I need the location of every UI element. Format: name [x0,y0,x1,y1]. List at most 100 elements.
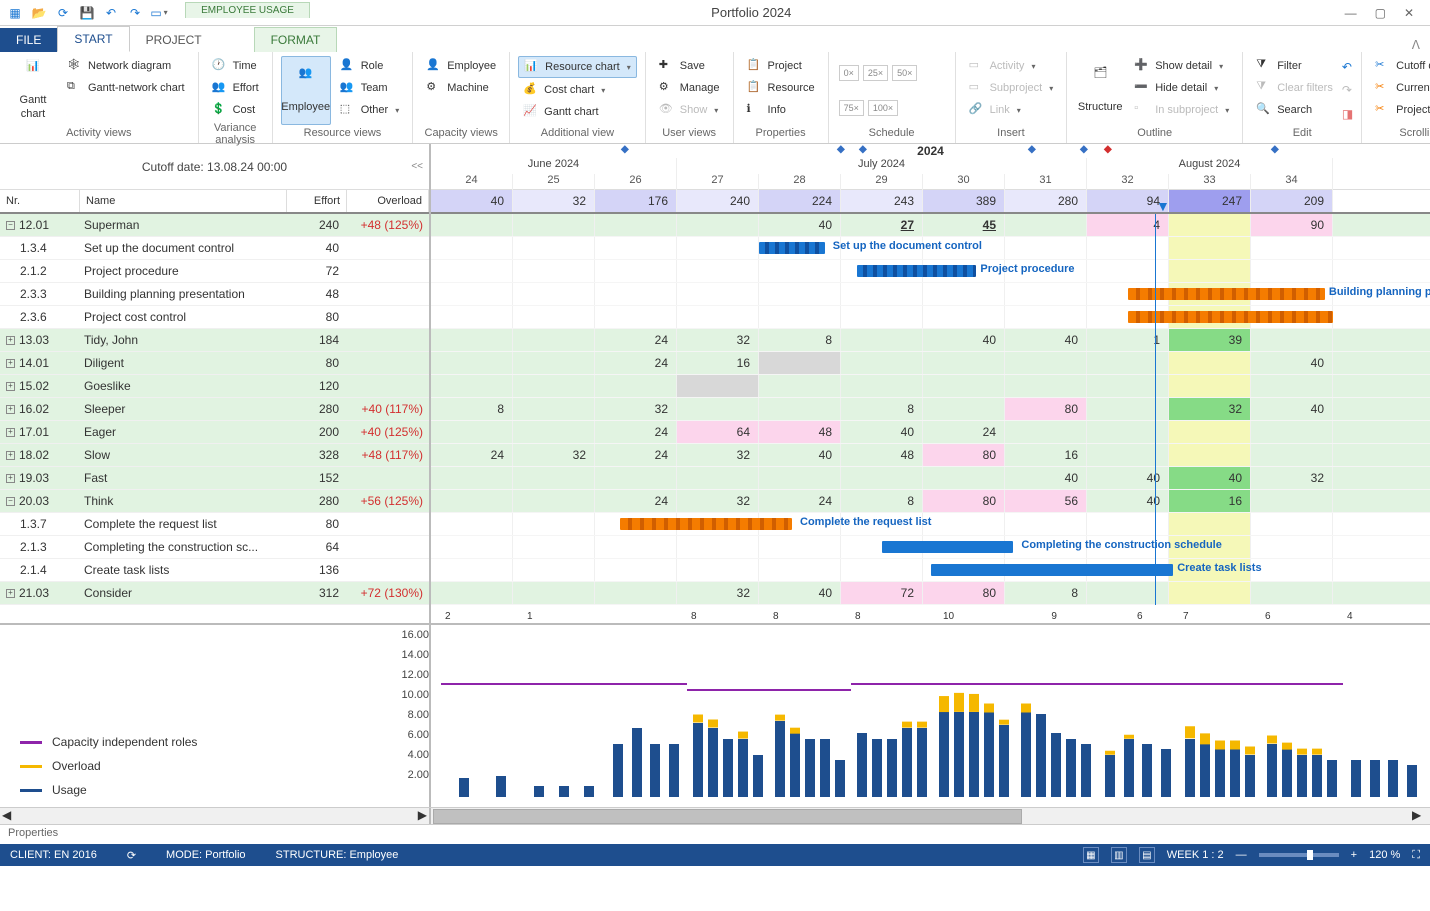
h-scrollbar[interactable] [431,808,1412,824]
gantt-bar[interactable] [882,541,1013,553]
open-icon[interactable]: 📂 [30,4,48,22]
gantt-row[interactable]: 2464484024 [431,421,1430,444]
scroll-right-arrow[interactable]: ▶ [418,808,427,824]
network-diagram-button[interactable]: 🕸Network diagram [62,56,190,76]
table-row[interactable]: +14.01Diligent80 [0,352,429,375]
table-row[interactable]: −12.01Superman240+48 (125%) [0,214,429,237]
undo-small-icon[interactable]: ↶ [1342,60,1353,74]
redo-small-icon[interactable]: ↷ [1342,83,1353,97]
table-row[interactable]: 2.1.3Completing the construction sc...64 [0,536,429,559]
cost-chart-button[interactable]: 💰Cost chart▾ [518,80,637,100]
table-row[interactable]: +15.02Goeslike120 [0,375,429,398]
gantt-row[interactable]: Create task lists [431,559,1430,582]
gantt-row[interactable]: Completing the construction schedule [431,536,1430,559]
refresh-icon[interactable]: ⟳ [54,4,72,22]
maximize-button[interactable]: ▢ [1375,6,1386,20]
gantt-row[interactable]: 2432243240488016 [431,444,1430,467]
employee-button[interactable]: 👥Employee [281,56,331,125]
zoom-in-button[interactable]: + [1351,849,1357,861]
tab-format[interactable]: FORMAT [254,27,338,52]
save-icon[interactable]: 💾 [78,4,96,22]
gantt-row[interactable]: Set up the document control [431,237,1430,260]
col-name[interactable]: Name [80,190,287,212]
gantt-chart-button[interactable]: 📊Gantt chart [8,56,58,125]
status-view3-icon[interactable]: ▤ [1139,847,1155,863]
structure-button[interactable]: 🗂Structure [1075,56,1125,125]
expand-icon[interactable]: + [6,382,15,391]
expand-icon[interactable]: + [6,336,15,345]
zoom-slider[interactable] [1259,853,1339,857]
capacity-employee-button[interactable]: 👤Employee [421,56,501,76]
tab-start[interactable]: START [57,26,129,52]
in-subproject-button[interactable]: ▫In subproject▾ [1129,100,1234,120]
table-row[interactable]: +16.02Sleeper280+40 (117%) [0,398,429,421]
table-row[interactable]: +18.02Slow328+48 (117%) [0,444,429,467]
gantt-row[interactable]: 40404032 [431,467,1430,490]
gantt-row[interactable] [431,375,1430,398]
status-refresh-icon[interactable]: ⟳ [127,849,136,862]
col-nr[interactable]: Nr. [0,190,80,212]
insert-activity-button[interactable]: ▭Activity▾ [964,56,1059,76]
search-button[interactable]: 🔍Search [1251,100,1338,120]
show-detail-button[interactable]: ➕Show detail▾ [1129,56,1234,76]
col-effort[interactable]: Effort [287,190,347,212]
undo-icon[interactable]: ↶ [102,4,120,22]
col-overload[interactable]: Overload [347,190,429,212]
sched-75x[interactable]: 75× [839,100,864,116]
expand-icon[interactable]: + [6,405,15,414]
info-button[interactable]: ℹInfo [742,100,820,120]
collapse-icon[interactable]: − [6,221,15,230]
ribbon-collapse-icon[interactable]: ᐱ [1402,38,1430,52]
gantt-bar[interactable] [759,242,825,254]
scroll-right-end[interactable]: ▶ [1412,808,1430,824]
show-view-button[interactable]: 👁Show▾ [654,100,725,120]
expand-icon[interactable]: + [6,359,15,368]
gantt-row[interactable]: 241640 [431,352,1430,375]
save-view-button[interactable]: ✚Save [654,56,725,76]
sched-100x[interactable]: 100× [868,100,898,116]
gantt-row[interactable]: 243284040139 [431,329,1430,352]
team-button[interactable]: 👥Team [335,78,405,98]
resource-props-button[interactable]: 📋Resource [742,78,820,98]
role-button[interactable]: 👤Role [335,56,405,76]
gantt-bar[interactable] [931,564,1173,576]
redo-icon[interactable]: ↷ [126,4,144,22]
fullscreen-icon[interactable]: ⛶ [1412,849,1420,862]
additional-gantt-button[interactable]: 📈Gantt chart [518,102,637,122]
gantt-row[interactable]: 324072808 [431,582,1430,605]
table-row[interactable]: 1.3.4Set up the document control40 [0,237,429,260]
gantt-bar[interactable] [1128,288,1325,300]
sched-50x[interactable]: 50× [892,65,917,81]
expand-icon[interactable]: + [6,589,15,598]
table-row[interactable]: +17.01Eager200+40 (125%) [0,421,429,444]
resource-chart-button[interactable]: 📊Resource chart▾ [518,56,637,78]
gantt-row[interactable]: Building planning presentation [431,283,1430,306]
table-row[interactable]: +13.03Tidy, John184 [0,329,429,352]
gantt-bar[interactable] [1128,311,1333,323]
gantt-row[interactable]: Project procedure [431,260,1430,283]
filter-button[interactable]: ⧩Filter [1251,56,1338,76]
gantt-network-button[interactable]: ⧉Gantt-network chart [62,78,190,98]
variance-time-button[interactable]: 🕐Time [207,56,264,76]
table-row[interactable]: −20.03Think280+56 (125%) [0,490,429,513]
clear-filters-button[interactable]: ⧩Clear filters [1251,78,1338,98]
table-row[interactable]: +21.03Consider312+72 (130%) [0,582,429,605]
scroll-left-arrow[interactable]: ◀ [2,808,11,824]
table-row[interactable]: 1.3.7Complete the request list80 [0,513,429,536]
status-view2-icon[interactable]: ▥ [1111,847,1127,863]
gantt-row[interactable]: Complete the request list [431,513,1430,536]
erase-icon[interactable]: ◨ [1342,107,1353,121]
hide-detail-button[interactable]: ➖Hide detail▾ [1129,78,1234,98]
gantt-bar[interactable] [620,518,792,530]
variance-effort-button[interactable]: 👥Effort [207,78,264,98]
manage-view-button[interactable]: ⚙Manage [654,78,725,98]
gantt-bar[interactable] [857,265,976,277]
capacity-machine-button[interactable]: ⚙Machine [421,78,501,98]
properties-panel-label[interactable]: Properties [0,824,1430,844]
insert-subproject-button[interactable]: ▭Subproject▾ [964,78,1059,98]
expand-icon[interactable]: + [6,428,15,437]
current-date-button[interactable]: ✂Current date [1370,78,1430,98]
minimize-button[interactable]: — [1345,6,1357,20]
table-row[interactable]: 2.1.4Create task lists136 [0,559,429,582]
gantt-row[interactable] [431,306,1430,329]
